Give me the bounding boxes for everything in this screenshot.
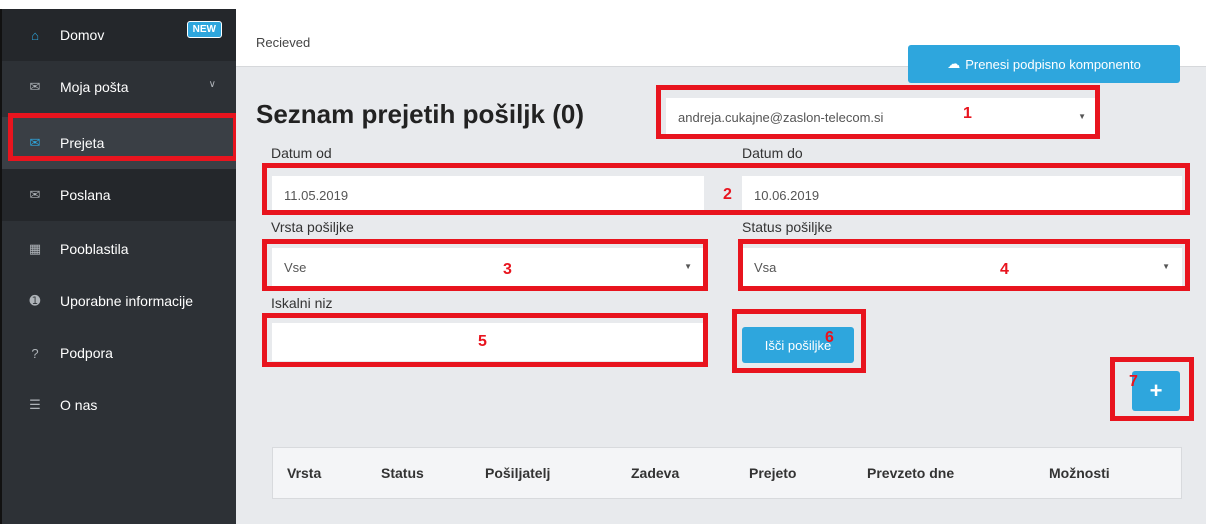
info-icon: ➊: [29, 293, 41, 308]
date-to-value: 10.06.2019: [754, 187, 820, 203]
column-header[interactable]: Zadeva: [631, 465, 679, 481]
date-to-input[interactable]: 10.06.2019: [742, 176, 1182, 214]
search-input[interactable]: [272, 323, 704, 361]
caret-down-icon: ▼: [1162, 262, 1170, 271]
account-select[interactable]: andreja.cukajne@zaslon-telecom.si ▼: [666, 98, 1098, 136]
main-content: Recieved ☁ Prenesi podpisno komponento S…: [236, 9, 1206, 524]
sidebar-item-o-nas[interactable]: ☰ O nas: [2, 379, 236, 431]
new-badge: NEW: [186, 21, 222, 38]
envelope-icon: ✉: [29, 135, 41, 150]
breadcrumb: Recieved: [256, 35, 311, 50]
sidebar-item-domov[interactable]: ⌂ Domov NEW: [2, 9, 236, 61]
chevron-down-icon: ∨: [208, 79, 216, 90]
annotation-3: 3: [503, 261, 512, 278]
envelope-icon: ✉: [29, 187, 41, 202]
sidebar-item-label: Domov: [60, 27, 105, 43]
date-from-input[interactable]: 11.05.2019: [272, 176, 704, 214]
date-from-value: 11.05.2019: [284, 187, 349, 203]
download-button-label: Prenesi podpisno komponento: [965, 56, 1141, 72]
sidebar-item-pooblastila[interactable]: ▦ Pooblastila: [2, 223, 236, 275]
search-button-label: Išči pošiljke: [764, 337, 832, 353]
home-icon: ⌂: [31, 27, 39, 43]
type-select-value: Vse: [284, 259, 307, 275]
question-icon: ?: [31, 345, 39, 361]
sidebar-item-label: O nas: [60, 397, 98, 413]
column-header[interactable]: Vrsta: [287, 465, 321, 481]
type-label: Vrsta pošiljke: [271, 219, 354, 235]
add-button[interactable]: +: [1132, 371, 1180, 411]
app-window: ⌂ Domov NEW ✉ Moja pošta ∨ ✉ Prejeta ✉ P…: [0, 0, 1206, 524]
sidebar-item-poslana[interactable]: ✉ Poslana: [2, 169, 236, 221]
page-title: Seznam prejetih pošiljk (0): [256, 99, 584, 129]
envelope-icon: ✉: [29, 79, 41, 94]
barcode-icon: ☰: [29, 397, 41, 412]
sidebar-item-label: Moja pošta: [60, 79, 129, 95]
column-header[interactable]: Prejeto: [749, 465, 796, 481]
status-select-value: Vsa: [754, 259, 777, 275]
table-header: Vrsta Status Pošiljatelj Zadeva Prejeto …: [272, 447, 1182, 499]
status-label: Status pošiljke: [742, 219, 833, 235]
download-component-button[interactable]: ☁ Prenesi podpisno komponento: [908, 45, 1180, 83]
column-header[interactable]: Prevzeto dne: [867, 465, 954, 481]
column-header[interactable]: Pošiljatelj: [485, 465, 550, 481]
sidebar-item-label: Podpora: [60, 345, 113, 361]
cloud-download-icon: ☁: [947, 56, 961, 71]
sidebar-item-label: Pooblastila: [60, 241, 129, 257]
search-button[interactable]: Išči pošiljke: [742, 327, 854, 363]
annotation-2: 2: [723, 186, 732, 203]
id-card-icon: ▦: [28, 241, 42, 256]
sidebar-item-podpora[interactable]: ? Podpora: [2, 327, 236, 379]
date-to-label: Datum do: [742, 145, 803, 161]
account-select-value: andreja.cukajne@zaslon-telecom.si: [678, 109, 884, 125]
column-header[interactable]: Možnosti: [1049, 465, 1110, 481]
sidebar-item-prejeta[interactable]: ✉ Prejeta: [2, 117, 236, 169]
annotation-4: 4: [1000, 261, 1009, 278]
annotation-1: 1: [963, 105, 972, 122]
column-header[interactable]: Status: [381, 465, 424, 481]
annotation-6: 6: [825, 329, 834, 346]
sidebar: ⌂ Domov NEW ✉ Moja pošta ∨ ✉ Prejeta ✉ P…: [0, 9, 236, 524]
caret-down-icon: ▼: [1078, 112, 1086, 121]
caret-down-icon: ▼: [684, 262, 692, 271]
annotation-7: 7: [1129, 373, 1138, 390]
annotation-5: 5: [478, 333, 487, 350]
status-select[interactable]: Vsa ▼: [742, 248, 1182, 286]
search-label: Iskalni niz: [271, 295, 333, 311]
type-select[interactable]: Vse ▼: [272, 248, 704, 286]
sidebar-item-moja-posta[interactable]: ✉ Moja pošta ∨: [2, 61, 236, 113]
sidebar-item-label: Prejeta: [60, 135, 105, 151]
plus-icon: +: [1149, 378, 1163, 403]
sidebar-item-label: Uporabne informacije: [60, 293, 194, 309]
sidebar-item-uporabne-informacije[interactable]: ➊ Uporabne informacije: [2, 275, 236, 327]
sidebar-item-label: Poslana: [60, 187, 111, 203]
date-from-label: Datum od: [271, 145, 332, 161]
